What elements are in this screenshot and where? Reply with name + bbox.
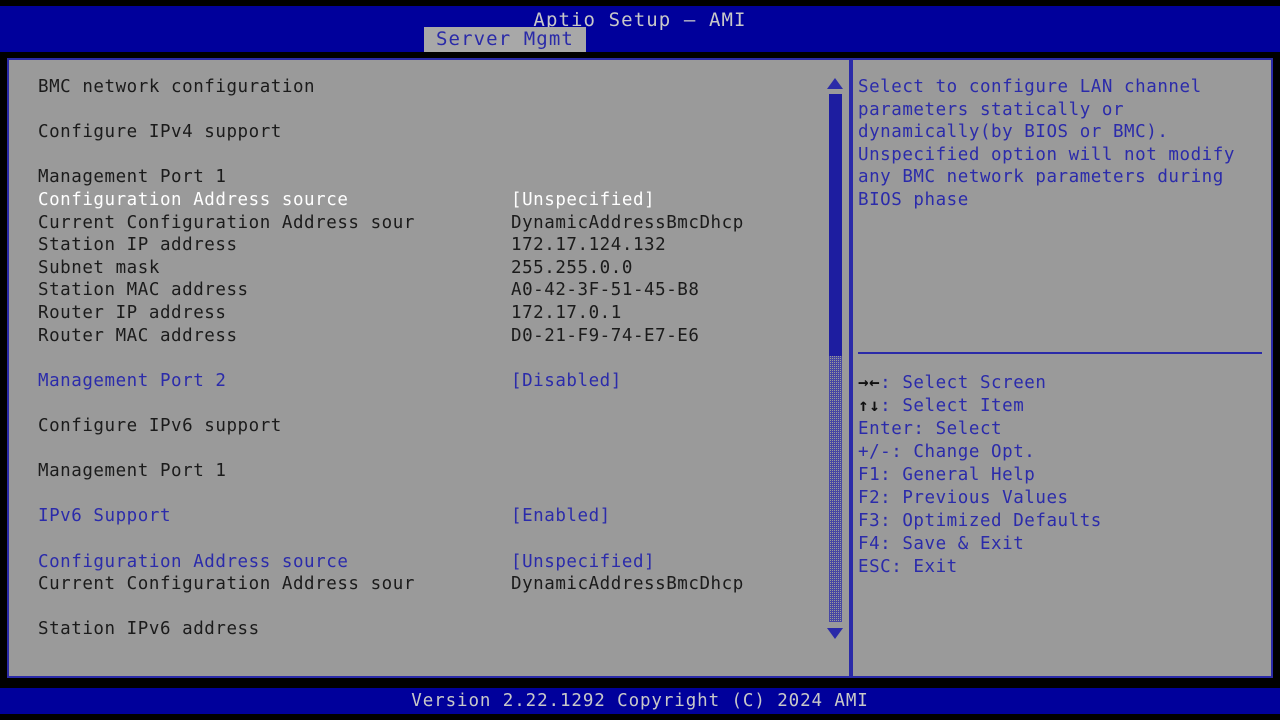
setting-label: Configuration Address source [38,189,348,211]
settings-panel: BMC network configuration Configure IPv4 … [7,58,851,678]
setting-label: Configuration Address source [38,551,348,573]
scroll-down-arrow-icon[interactable] [827,628,843,639]
setting-label: Current Configuration Address sour [38,212,415,234]
info-row: BMC network configuration [9,76,849,98]
settings-scrollbar[interactable] [820,58,850,678]
keyboard-shortcut-label: F3: Optimized Defaults [858,511,1102,531]
setting-label: Subnet mask [38,257,160,279]
setting-label: Configure IPv4 support [38,121,282,143]
keyboard-shortcut: ↑↓: Select Item [858,395,1268,418]
info-row: Station IP address 172.17.124.132 [9,234,849,256]
info-row: Current Configuration Address sour Dynami… [9,212,849,234]
setting-value[interactable]: [Enabled] [511,505,611,527]
setting-value[interactable]: [Unspecified] [511,551,655,573]
setting-row[interactable]: Management Port 2 [Disabled] [9,370,849,392]
setting-label: Router MAC address [38,325,238,347]
info-row: Management Port 1 [9,460,849,482]
info-row: Router MAC address D0-21-F9-74-E7-E6 [9,325,849,347]
setting-label: Configure IPv6 support [38,415,282,437]
setting-value: D0-21-F9-74-E7-E6 [511,325,699,347]
setting-label: Station MAC address [38,279,249,301]
setting-value: DynamicAddressBmcDhcp [511,212,744,234]
setting-value[interactable]: [Unspecified] [511,189,655,211]
keyboard-shortcut: +/-: Change Opt. [858,441,1268,464]
settings-row-list: BMC network configuration Configure IPv4 … [9,60,849,676]
keyboard-shortcut: F1: General Help [858,464,1268,487]
arrow-keys-icon: ↑↓ [858,396,880,416]
setting-row[interactable]: Configuration Address source [Unspecified… [9,189,849,211]
keyboard-shortcut-label: +/-: Change Opt. [858,442,1035,462]
setting-label: Management Port 2 [38,370,226,392]
info-row: Router IP address 172.17.0.1 [9,302,849,324]
info-row: Management Port 1 [9,166,849,188]
setting-label: Station IP address [38,234,238,256]
bios-setup-screen: Aptio Setup – AMI Server Mgmt BMC networ… [0,0,1280,720]
keyboard-shortcut-label: ESC: Exit [858,557,958,577]
info-row: Subnet mask 255.255.0.0 [9,257,849,279]
setting-value: 255.255.0.0 [511,257,633,279]
setting-value: 172.17.0.1 [511,302,622,324]
keyboard-shortcut: F2: Previous Values [858,487,1268,510]
scroll-up-arrow-icon[interactable] [827,78,843,89]
info-row: Configure IPv6 support [9,415,849,437]
keyboard-shortcut: Enter: Select [858,418,1268,441]
arrow-keys-icon: →← [858,373,880,393]
keyboard-shortcut: →←: Select Screen [858,372,1268,395]
keyboard-shortcut-label: F4: Save & Exit [858,534,1024,554]
info-row: Configure IPv4 support [9,121,849,143]
help-description: Select to configure LAN channel paramete… [858,76,1258,212]
tab-bar: Server Mgmt [0,27,1280,52]
keyboard-shortcut: F3: Optimized Defaults [858,510,1268,533]
keyboard-shortcut-label: F2: Previous Values [858,488,1069,508]
info-row: Station MAC address A0-42-3F-51-45-B8 [9,279,849,301]
keyboard-shortcut-label: : Select Screen [880,373,1046,393]
status-bar: Version 2.22.1292 Copyright (C) 2024 AMI [0,688,1280,714]
scrollbar-thumb[interactable] [829,94,842,356]
keyboard-shortcut-label: : Select Item [880,396,1024,416]
setting-label: Router IP address [38,302,226,324]
setting-label: BMC network configuration [38,76,315,98]
keyboard-shortcut: ESC: Exit [858,556,1268,579]
keyboard-shortcut-label: F1: General Help [858,465,1035,485]
keyboard-shortcut-list: →←: Select Screen↑↓: Select ItemEnter: S… [858,372,1268,579]
version-copyright-text: Version 2.22.1292 Copyright (C) 2024 AMI [0,689,1280,713]
info-row: Station IPv6 address [9,618,849,640]
setting-row[interactable]: Configuration Address source [Unspecified… [9,551,849,573]
setting-value: DynamicAddressBmcDhcp [511,573,744,595]
setting-row[interactable]: IPv6 Support [Enabled] [9,505,849,527]
setting-label: Management Port 1 [38,460,226,482]
setting-value[interactable]: [Disabled] [511,370,622,392]
info-row: Current Configuration Address sour Dynami… [9,573,849,595]
setting-value: 172.17.124.132 [511,234,666,256]
setting-label: Current Configuration Address sour [38,573,415,595]
keyboard-shortcut: F4: Save & Exit [858,533,1268,556]
help-panel: Select to configure LAN channel paramete… [851,58,1273,678]
setting-label: Station IPv6 address [38,618,260,640]
keyboard-shortcut-label: Enter: Select [858,419,1002,439]
setting-value: A0-42-3F-51-45-B8 [511,279,699,301]
setting-label: Management Port 1 [38,166,226,188]
setting-label: IPv6 Support [38,505,171,527]
tab-server-mgmt[interactable]: Server Mgmt [424,27,586,52]
help-divider [858,352,1262,354]
